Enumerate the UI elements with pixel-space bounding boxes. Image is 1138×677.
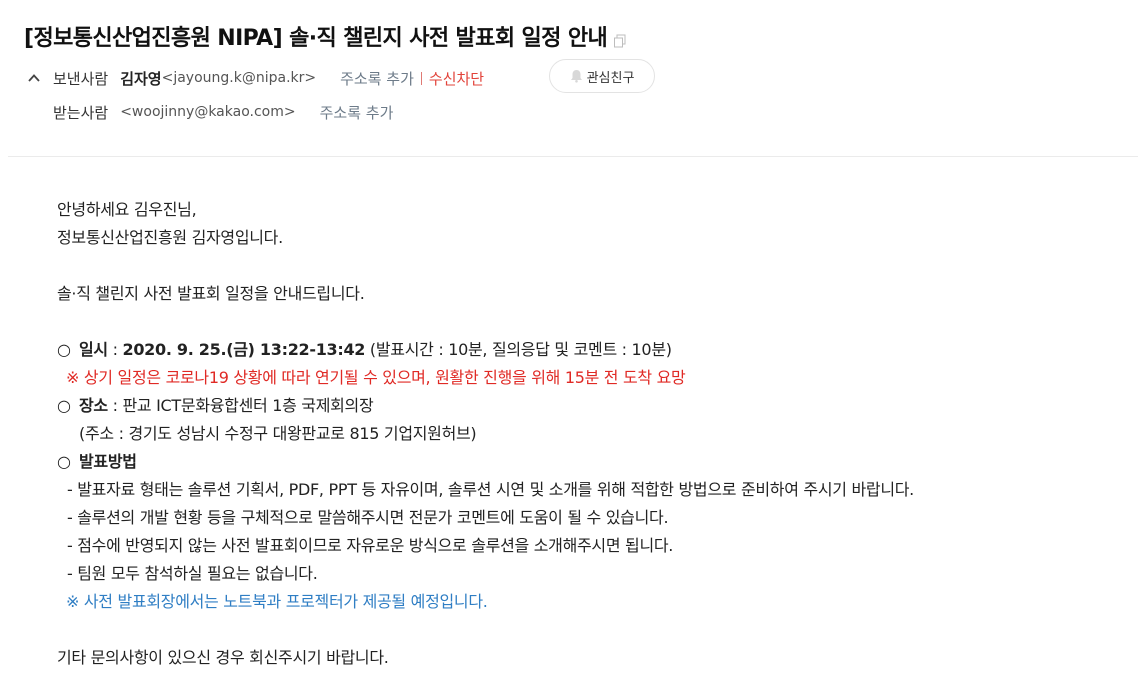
method-item: - 솔루션의 개발 현황 등을 구체적으로 말씀해주시면 전문가 코멘트에 도움… bbox=[67, 508, 669, 527]
vip-friend-button[interactable]: 관심친구 bbox=[549, 59, 655, 93]
method-item: - 발표자료 형태는 솔루션 기획서, PDF, PPT 등 자유이며, 솔루션… bbox=[67, 480, 914, 499]
date-colon: : bbox=[107, 340, 123, 359]
sender-address[interactable]: <jayoung.k@nipa.kr> bbox=[162, 70, 317, 86]
sender-add-contact-link[interactable]: 주소록 추가 bbox=[340, 68, 414, 89]
recipient-add-contact-link[interactable]: 주소록 추가 bbox=[320, 102, 394, 123]
bullet-circle: ○ bbox=[57, 452, 71, 471]
copy-icon[interactable] bbox=[613, 29, 627, 48]
date-line: ○ 일시 : 2020. 9. 25.(금) 13:22-13:42 (발표시간 … bbox=[57, 336, 914, 364]
block-sender-link[interactable]: 수신차단 bbox=[429, 68, 484, 89]
sender-name[interactable]: 김자영 bbox=[120, 68, 161, 89]
date-note: ※ 상기 일정은 코로나19 상황에 따라 연기될 수 있으며, 원활한 진행을… bbox=[66, 368, 686, 387]
bell-icon bbox=[570, 70, 582, 83]
link-separator bbox=[420, 71, 422, 85]
header-divider bbox=[8, 156, 1138, 157]
place-line: ○ 장소 : 판교 ICT문화융합센터 1층 국제회의장 bbox=[57, 392, 914, 420]
mail-body: 안녕하세요 김우진님, 정보통신산업진흥원 김자영입니다. 솔·직 챌린지 사전… bbox=[57, 196, 914, 672]
chevron-up-icon[interactable] bbox=[27, 71, 41, 85]
date-detail: (발표시간 : 10분, 질의응답 및 코멘트 : 10분) bbox=[365, 340, 672, 359]
bullet-circle: ○ bbox=[57, 396, 71, 415]
recipient-row: 받는사람 <woojinny@kakao.com> 주소록 추가 bbox=[0, 100, 393, 124]
mail-subject: [정보통신산업진흥원 NIPA] 솔·직 챌린지 사전 발표회 일정 안내 bbox=[24, 20, 627, 52]
recipient-address[interactable]: <woojinny@kakao.com> bbox=[120, 104, 295, 120]
sender-label: 보낸사람 bbox=[53, 69, 109, 88]
recipient-label: 받는사람 bbox=[53, 103, 109, 122]
bullet-circle: ○ bbox=[57, 340, 71, 359]
date-value: 2020. 9. 25.(금) 13:22-13:42 bbox=[122, 340, 366, 359]
closing-line: 기타 문의사항이 있으신 경우 회신주시기 바랍니다. bbox=[57, 648, 389, 667]
method-note: ※ 사전 발표회장에서는 노트북과 프로젝터가 제공될 예정입니다. bbox=[66, 592, 488, 611]
method-line: ○ 발표방법 bbox=[57, 448, 914, 476]
date-label: 일시 bbox=[79, 340, 108, 359]
greeting-line-2: 정보통신산업진흥원 김자영입니다. bbox=[57, 228, 283, 247]
vip-friend-label: 관심친구 bbox=[586, 70, 635, 86]
method-item: - 점수에 반영되지 않는 사전 발표회이므로 자유로운 방식으로 솔루션을 소… bbox=[67, 536, 674, 555]
greeting-line-1: 안녕하세요 김우진님, bbox=[57, 200, 197, 219]
method-label: 발표방법 bbox=[79, 452, 137, 471]
place-address: (주소 : 경기도 성남시 수정구 대왕판교로 815 기업지원허브) bbox=[79, 424, 477, 443]
sender-row: 보낸사람 김자영 <jayoung.k@nipa.kr> 주소록 추가 수신차단 bbox=[0, 66, 484, 90]
place-value: : 판교 ICT문화융합센터 1층 국제회의장 bbox=[107, 396, 374, 415]
method-item: - 팀원 모두 참석하실 필요는 없습니다. bbox=[67, 564, 318, 583]
mail-subject-text: [정보통신산업진흥원 NIPA] 솔·직 챌린지 사전 발표회 일정 안내 bbox=[24, 26, 608, 51]
intro-line: 솔·직 챌린지 사전 발표회 일정을 안내드립니다. bbox=[57, 284, 365, 303]
place-label: 장소 bbox=[79, 396, 108, 415]
